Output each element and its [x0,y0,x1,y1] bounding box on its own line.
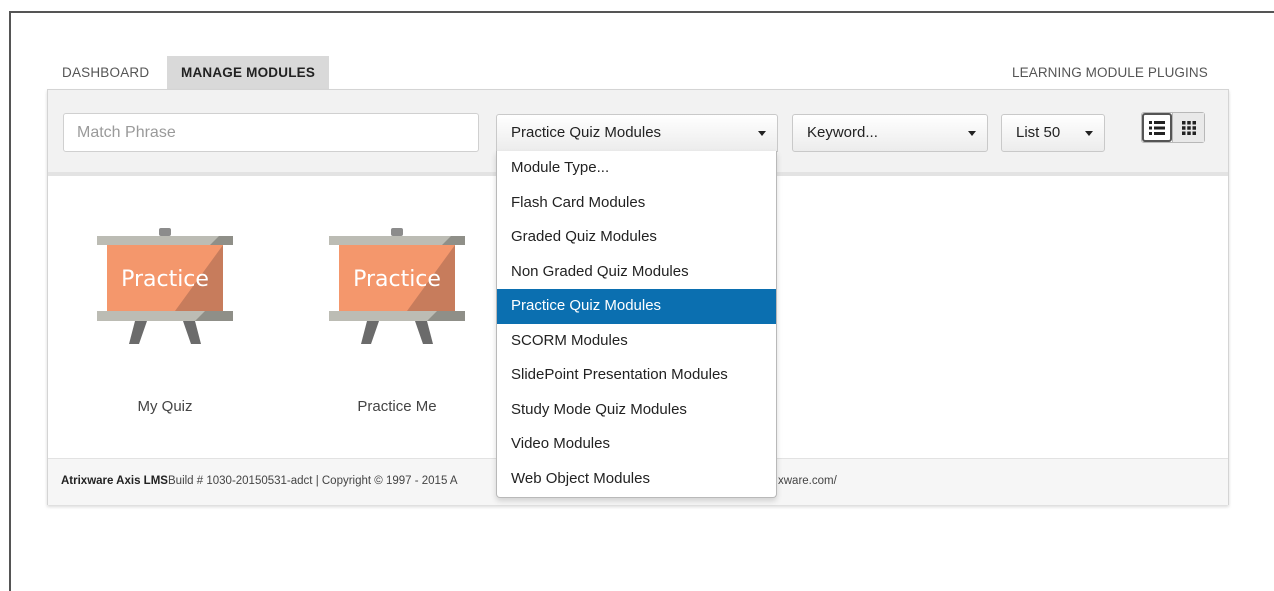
module-type-dropdown-menu: Module Type... Flash Card Modules Graded… [496,151,777,498]
dropdown-item[interactable]: Web Object Modules [497,462,776,497]
list-view-icon [1149,120,1165,135]
dropdown-item[interactable]: Graded Quiz Modules [497,220,776,255]
tab-dashboard[interactable]: DASHBOARD [62,56,149,89]
keyword-value: Keyword... [807,124,878,141]
grid-view-icon [1181,120,1196,135]
thumbnail-text: Practice [121,267,209,292]
footer-build: Build # 1030-20150531-adct | Copyright ©… [168,475,458,487]
presentation-board-icon: Practice [97,228,233,344]
footer-brand: Atrixware Axis LMS [61,475,168,487]
footer-link[interactable]: xware.com/ [778,459,837,503]
tab-manage-modules[interactable]: MANAGE MODULES [167,56,330,89]
dropdown-item[interactable]: Flash Card Modules [497,186,776,221]
module-label[interactable]: My Quiz [95,398,235,415]
dropdown-item[interactable]: Study Mode Quiz Modules [497,393,776,428]
chevron-down-icon [1085,131,1093,136]
dropdown-item[interactable]: Non Graded Quiz Modules [497,255,776,290]
dropdown-item[interactable]: Video Modules [497,427,776,462]
list-count-value: List 50 [1016,124,1061,141]
module-tile[interactable]: Practice My Quiz [95,228,235,415]
thumbnail-text: Practice [353,267,441,292]
nav-learning-module-plugins[interactable]: LEARNING MODULE PLUGINS [1012,56,1208,89]
module-type-select[interactable]: Practice Quiz Modules [496,114,778,152]
dropdown-item[interactable]: SlidePoint Presentation Modules [497,358,776,393]
dropdown-item[interactable]: SCORM Modules [497,324,776,359]
list-count-select[interactable]: List 50 [1001,114,1105,152]
view-toggle [1141,112,1205,143]
module-label[interactable]: Practice Me [327,398,467,415]
match-phrase-input[interactable] [63,113,479,152]
chevron-down-icon [758,131,766,136]
keyword-select[interactable]: Keyword... [792,114,988,152]
chevron-down-icon [968,131,976,136]
list-view-button[interactable] [1142,113,1172,142]
dropdown-item[interactable]: Module Type... [497,151,776,186]
presentation-board-icon: Practice [329,228,465,344]
grid-view-button[interactable] [1172,113,1204,142]
dropdown-item-selected[interactable]: Practice Quiz Modules [497,289,776,324]
module-type-value: Practice Quiz Modules [511,124,662,141]
module-tile[interactable]: Practice Practice Me [327,228,467,415]
